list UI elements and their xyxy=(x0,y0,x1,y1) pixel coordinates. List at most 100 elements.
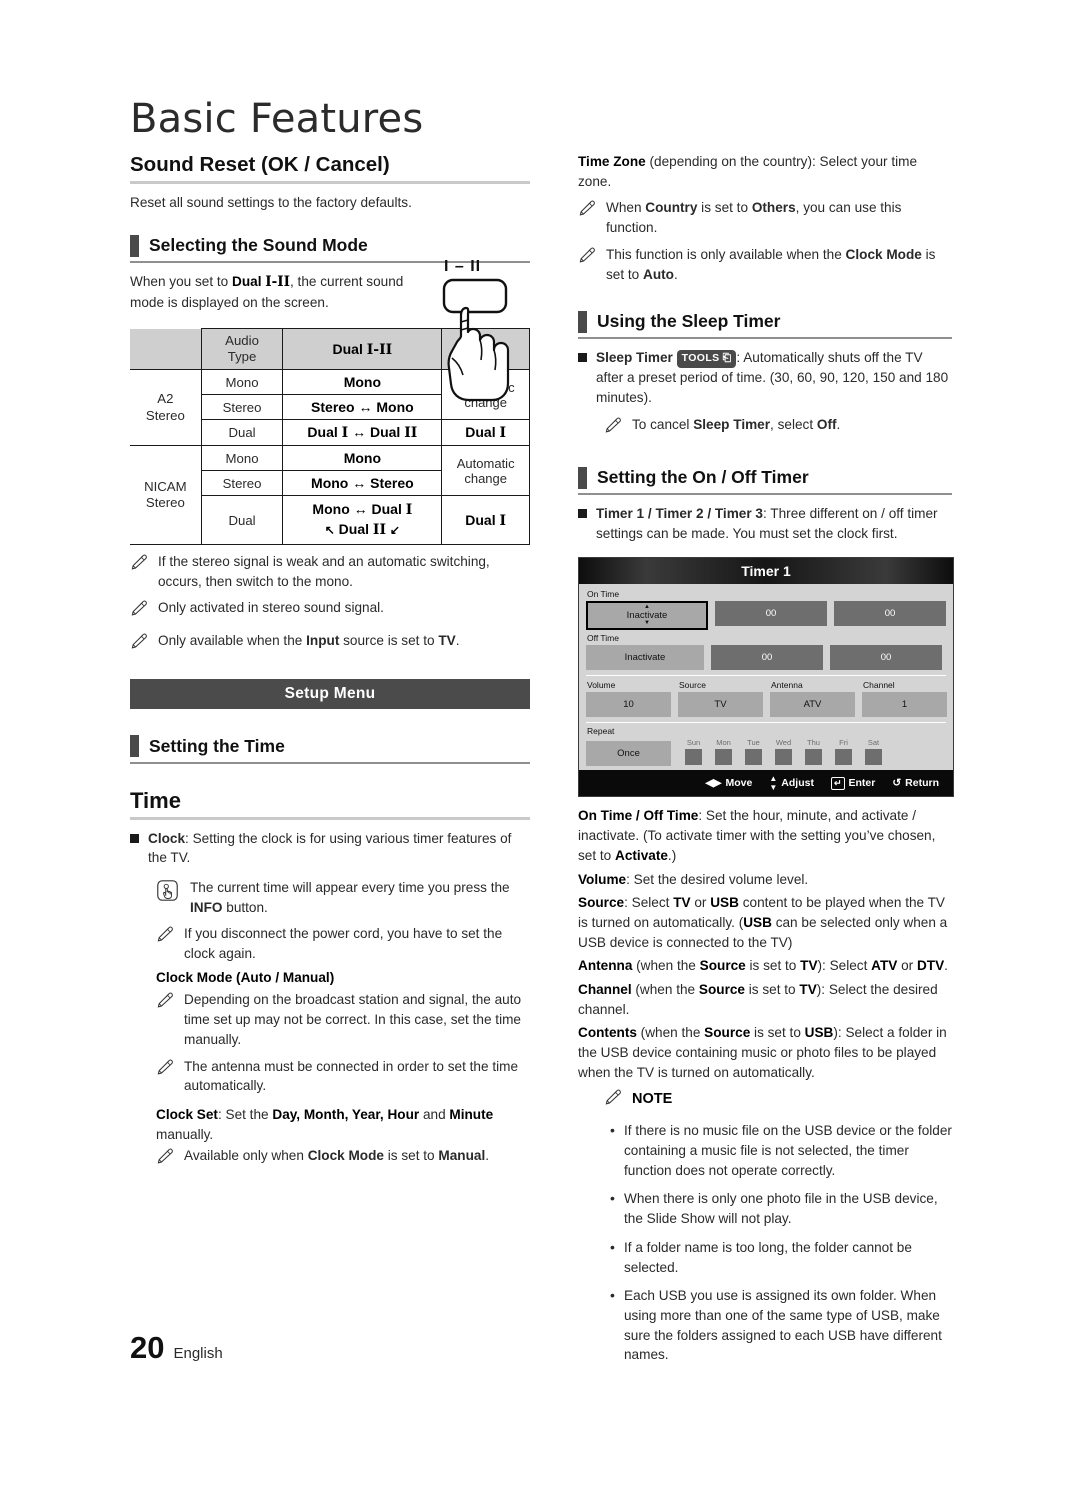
osd-on-time-hour-field[interactable]: 00 xyxy=(715,601,827,627)
osd-off-time-hour-field[interactable]: 00 xyxy=(711,645,823,671)
checkbox-icon xyxy=(835,749,852,766)
pencil-note-icon xyxy=(156,1058,176,1096)
description-antenna: Antenna (when the Source is set to TV): … xyxy=(578,958,948,974)
note-text: When Country is set to Others, you can u… xyxy=(606,200,902,236)
note-heading-row: NOTE xyxy=(604,1087,952,1113)
heading-using-sleep-timer-label: Using the Sleep Timer xyxy=(597,311,781,332)
osd-source-group: Source TV xyxy=(678,679,763,718)
osd-repeat-row: Once Sun Mon Tue Wed Thu Fri Sat xyxy=(586,738,946,767)
checkbox-icon xyxy=(685,749,702,766)
osd-off-time-minute-field[interactable]: 00 xyxy=(830,645,942,671)
cell-default: Dual I xyxy=(441,495,530,545)
cell-default: Automaticchange xyxy=(441,445,530,497)
note-text: Only activated in stereo sound signal. xyxy=(158,600,384,616)
osd-off-time-state-field[interactable]: Inactivate xyxy=(586,645,704,671)
cell-dual-mode: Mono ↔ Dual I ↖ Dual II ↙ xyxy=(282,495,443,545)
description-source: Source: Select TV or USB content to be p… xyxy=(578,895,948,950)
osd-on-time-state-field[interactable]: ▲ Inactivate ▼ xyxy=(586,601,708,631)
tools-button-badge: TOOLS ⎗ xyxy=(676,349,737,369)
osd-off-time-label: Off Time xyxy=(587,633,619,644)
osd-antenna-label: Antenna xyxy=(771,680,803,691)
note-text: If the stereo signal is weak and an auto… xyxy=(158,553,490,589)
osd-footer-hints: ◀▶ Move ▲ ▼ Adjust ↵ Enter ↺ Return xyxy=(579,770,953,797)
osd-channel-group: Channel 1 xyxy=(862,679,947,718)
note-heading-label: NOTE xyxy=(632,1090,673,1107)
osd-repeat-field[interactable]: Once xyxy=(586,741,671,767)
day-checkbox-tue[interactable]: Tue xyxy=(745,738,762,766)
osd-volume-label: Volume xyxy=(587,680,616,691)
day-checkbox-fri[interactable]: Fri xyxy=(835,738,852,766)
pencil-note-icon xyxy=(156,991,176,1049)
cell-audio-type: Dual xyxy=(200,495,284,545)
day-label: Thu xyxy=(807,738,820,748)
heading-setting-the-time-label: Setting the Time xyxy=(149,735,285,756)
column-header-dual: Dual I-II xyxy=(282,328,443,371)
table-corner-cell xyxy=(130,328,202,371)
pencil-note-icon xyxy=(130,553,150,591)
row-group-a2-stereo: A2 Stereo xyxy=(130,369,202,447)
osd-body: On Time ▲ Inactivate ▼ 00 00 Off Time In… xyxy=(579,584,953,767)
note-item: Only available when the Input source is … xyxy=(130,631,530,657)
osd-channel-field[interactable]: 1 xyxy=(862,692,947,718)
day-label: Sat xyxy=(867,738,880,748)
osd-day-checkboxes: Sun Mon Tue Wed Thu Fri Sat xyxy=(685,738,882,766)
day-checkbox-sat[interactable]: Sat xyxy=(865,738,882,766)
hint-adjust: ▲ ▼ Adjust xyxy=(769,774,814,792)
heading-tick-icon xyxy=(578,466,587,489)
timer-item: Timer 1 / Timer 2 / Timer 3: Three diffe… xyxy=(578,504,952,543)
description-channel: Channel (when the Source is set to TV): … xyxy=(578,982,938,1017)
hint-enter: ↵ Enter xyxy=(830,776,875,790)
cell-dual-mode: Mono xyxy=(282,445,443,472)
note-item: To cancel Sleep Timer, select Off. xyxy=(604,415,952,441)
osd-repeat-label: Repeat xyxy=(587,726,615,737)
right-column: Time Zone (depending on the country): Se… xyxy=(578,152,954,1365)
timer-osd-screenshot: Timer 1 On Time ▲ Inactivate ▼ 00 00 Off… xyxy=(578,557,954,798)
manual-page: Basic Features Sound Reset (OK / Cancel)… xyxy=(0,0,1080,1494)
heading-selecting-sound-mode-label: Selecting the Sound Mode xyxy=(149,235,368,256)
clock-item: Clock: Setting the clock is for using va… xyxy=(130,829,530,868)
down-arrow-icon: ▼ xyxy=(644,620,650,627)
hint-move-label: Move xyxy=(725,777,753,790)
cell-dual-mode: Dual I ↔ Dual II xyxy=(282,419,443,447)
osd-on-time-minute-field[interactable]: 00 xyxy=(834,601,946,627)
sound-reset-body: Reset all sound settings to the factory … xyxy=(130,194,412,210)
time-zone-text: Time Zone (depending on the country): Se… xyxy=(578,154,918,189)
heading-tick-icon xyxy=(578,310,587,333)
heading-sound-reset: Sound Reset (OK / Cancel) xyxy=(130,152,530,184)
heading-tick-icon xyxy=(130,234,139,257)
note-text: Depending on the broadcast station and s… xyxy=(184,992,522,1047)
checkbox-icon xyxy=(865,749,882,766)
cell-audio-type: Mono xyxy=(200,369,284,396)
day-checkbox-thu[interactable]: Thu xyxy=(805,738,822,766)
column-header-audio-type: Audio Type xyxy=(200,328,284,371)
hint-return: ↺ Return xyxy=(892,777,939,789)
day-checkbox-wed[interactable]: Wed xyxy=(775,738,792,766)
dual-sound-button-figure: I – II xyxy=(430,258,535,408)
day-checkbox-sun[interactable]: Sun xyxy=(685,738,702,766)
cell-audio-type: Stereo xyxy=(200,394,284,421)
description-volume: Volume: Set the desired volume level. xyxy=(578,871,809,887)
heading-using-sleep-timer: Using the Sleep Timer xyxy=(578,310,952,339)
note-item: The antenna must be connected in order t… xyxy=(156,1057,530,1096)
hand-press-icon xyxy=(156,879,180,917)
pencil-note-icon xyxy=(604,416,624,441)
osd-volume-field[interactable]: 10 xyxy=(586,692,671,718)
description-contents: Contents (when the Source is set to USB)… xyxy=(578,1025,947,1080)
osd-antenna-group: Antenna ATV xyxy=(770,679,855,718)
day-label: Sun xyxy=(686,738,701,748)
osd-source-field[interactable]: TV xyxy=(678,692,763,718)
note-item: Depending on the broadcast station and s… xyxy=(156,990,530,1049)
clock-set-text: Clock Set: Set the Day, Month, Year, Hou… xyxy=(156,1106,494,1142)
hint-adjust-label: Adjust xyxy=(781,777,814,790)
osd-antenna-field[interactable]: ATV xyxy=(770,692,855,718)
return-arrow-icon: ↺ xyxy=(892,777,902,790)
cell-dual-mode: Stereo ↔ Mono xyxy=(282,394,443,421)
page-title: Basic Features xyxy=(130,96,424,142)
heading-setting-on-off-timer: Setting the On / Off Timer xyxy=(578,466,952,496)
checkbox-icon xyxy=(775,749,792,766)
heading-tick-icon xyxy=(130,735,139,758)
day-checkbox-mon[interactable]: Mon xyxy=(715,738,732,766)
osd-divider xyxy=(586,675,946,677)
hint-move: ◀▶ Move xyxy=(705,777,752,789)
clock-text: Clock: Setting the clock is for using va… xyxy=(148,830,512,866)
